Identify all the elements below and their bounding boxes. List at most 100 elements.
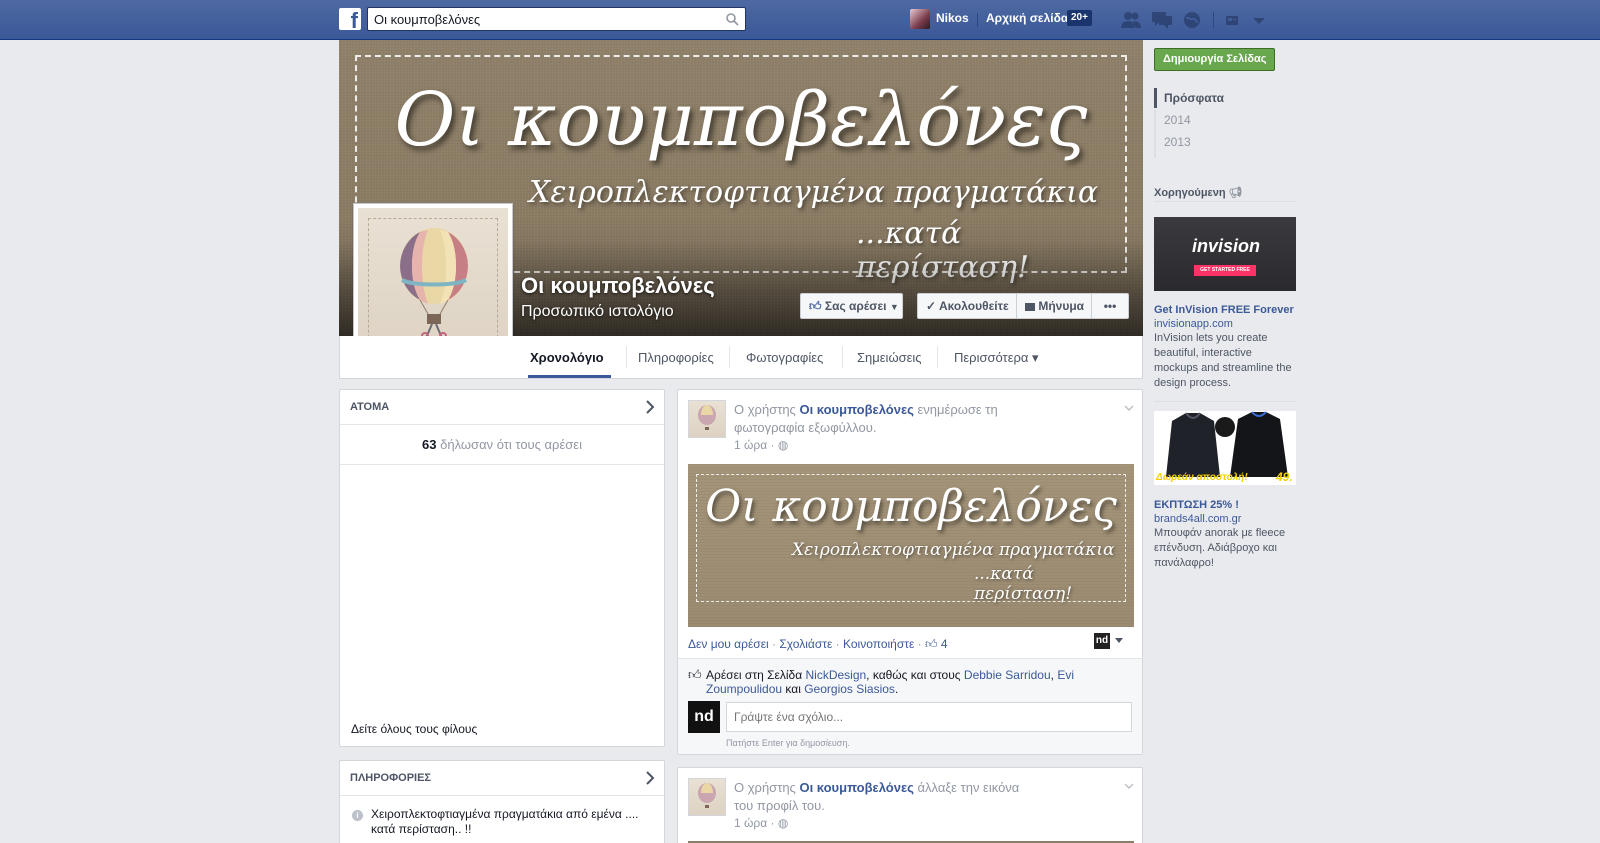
follow-button-label: Ακολουθείτε [938,299,1009,313]
ad-text[interactable]: Μπουφάν anorak με fleece επένδυση. Αδιάβ… [1154,526,1294,571]
chevron-down-icon[interactable] [1114,638,1124,644]
follow-button[interactable]: ✓ Ακολουθείτε [917,293,1017,319]
ad-title[interactable]: Get InVision FREE Forever [1154,304,1294,316]
ad-image[interactable]: invision GET STARTED FREE [1154,217,1296,291]
search-icon[interactable] [725,12,739,26]
year-link-2014[interactable]: 2014 [1164,113,1191,127]
page-category: Προσωπικό ιστολόγιο [521,303,674,320]
chevron-right-icon[interactable] [645,771,655,785]
divider [842,346,843,368]
ad-domain[interactable]: brands4all.com.gr [1154,513,1241,525]
message-button[interactable]: Μήνυμα [1016,293,1092,319]
public-globe-icon: ◍ [777,816,789,830]
facebook-logo-icon[interactable]: f [339,8,361,30]
post-actions: Δεν μου αρέσει · Σχολιάστε · Κοινοποιήστ… [688,637,948,651]
unlike-link[interactable]: Δεν μου αρέσει [688,637,769,651]
likes-mid: , καθώς και στους [866,668,961,682]
post-author-avatar[interactable] [688,400,726,438]
divider [340,424,664,425]
chevron-right-icon[interactable] [645,400,655,414]
about-box-header[interactable]: ΠΛΗΡΟΦΟΡΙΕΣ [350,772,431,784]
post-as-page-selector[interactable]: nd [1094,633,1110,649]
search-input[interactable] [368,8,708,30]
image-subtitle: ...κατά περίσταση! [974,564,1073,604]
home-count-badge: 20+ [1067,10,1092,26]
post-author-avatar[interactable] [688,778,726,816]
ad-text[interactable]: InVision lets you create beautiful, inte… [1154,331,1294,391]
divider [1154,201,1296,202]
image-title: Οι κουμποβελόνες [705,481,1117,532]
more-options-button[interactable]: ••• [1091,293,1129,319]
public-globe-icon: ◍ [777,438,789,452]
divider [977,13,978,27]
tab-more[interactable]: Περισσότερα ▾ [954,350,1039,366]
post-timestamp[interactable]: 1 ώρα · ◍ [734,438,788,452]
ad-cta-badge: GET STARTED FREE [1194,265,1256,276]
divider [1213,12,1214,28]
see-all-friends-link[interactable]: Δείτε όλους τους φίλους [351,722,477,736]
year-rail [1154,110,1156,158]
search-box[interactable] [367,7,746,31]
ad-title[interactable]: ΕΚΠΤΩΣΗ 25% ! [1154,499,1239,511]
people-box-header[interactable]: ΑΤΟΜΑ [350,401,389,413]
liker-link[interactable]: NickDesign [805,668,866,682]
comment-hint: Πατήστε Enter για δημοσίευση. [726,738,850,748]
post-feedback-area: 👍︎ Αρέσει στη Σελίδα NickDesign, καθώς κ… [678,658,1142,754]
comment-link[interactable]: Σχολιάστε [779,637,832,651]
cover-title: Οι κουμποβελόνες [394,77,1088,163]
post-author-link[interactable]: Οι κουμποβελόνες [799,780,913,795]
divider [340,795,664,796]
message-button-label: Μήνυμα [1038,299,1085,313]
post-author-link[interactable]: Οι κουμποβελόνες [799,402,913,417]
messages-icon[interactable] [1151,10,1173,30]
share-link[interactable]: Κοινοποιήστε [843,637,914,651]
post-timestamp[interactable]: 1 ώρα · ◍ [734,816,788,830]
like-button[interactable]: 👍︎ Σας αρέσει ▼ [800,293,903,319]
like-count-link[interactable]: 👍︎ 4 [925,637,948,651]
info-icon: i [352,810,363,821]
likes-thumb-icon: 👍︎ [688,667,702,682]
sponsored-header[interactable]: Χορηγούμενη 📢︎ [1154,186,1243,199]
tab-notes[interactable]: Σημειώσεις [857,350,922,365]
year-link-recent[interactable]: Πρόσφατα [1164,91,1224,105]
cover-subtitle: Χειροπλεκτοφτιαγμένα πραγματάκια [529,175,1099,210]
ad-domain[interactable]: invisionapp.com [1154,318,1233,330]
year-link-2013[interactable]: 2013 [1164,135,1191,149]
comment-input[interactable] [726,702,1132,732]
divider [729,346,730,368]
tab-photos[interactable]: Φωτογραφίες [746,350,823,365]
create-page-button[interactable]: Δημιουργία Σελίδας [1154,48,1276,71]
commenter-avatar: nd [688,701,720,733]
post-prefix: Ο χρήστης [734,402,796,417]
post-time[interactable]: 1 ώρα [734,816,767,830]
post-time[interactable]: 1 ώρα [734,438,767,452]
chevron-down-icon[interactable] [1124,404,1134,412]
about-box: ΠΛΗΡΟΦΟΡΙΕΣ i Χειροπλεκτοφτιαγμένα πραγμ… [339,760,665,843]
active-tab-indicator [528,375,611,378]
likes-prefix: Αρέσει στη Σελίδα [706,668,803,682]
home-link[interactable]: Αρχική σελίδα [986,11,1068,25]
year-active-indicator [1154,88,1157,108]
tab-timeline[interactable]: Χρονολόγιο [530,350,604,365]
likes-text: δήλωσαν ότι τους αρέσει [440,437,582,452]
divider [340,464,664,465]
tab-about[interactable]: Πληροφορίες [638,350,714,365]
likes-sentence: Αρέσει στη Σελίδα NickDesign, καθώς και … [706,668,1074,696]
post-cover-image[interactable]: Οι κουμποβελόνες Χειροπλεκτοφτιαγμένα πρ… [688,464,1134,627]
notifications-icon[interactable] [1181,10,1203,30]
page-name[interactable]: Οι κουμποβελόνες [521,273,715,299]
page-description: Χειροπλεκτοφτιαγμένα πραγματάκια από εμέ… [371,807,639,836]
friend-requests-icon[interactable] [1120,10,1142,30]
like-button-label: Σας αρέσει [824,299,887,313]
user-avatar[interactable] [910,9,930,29]
timeline-post: Ο χρήστης Οι κουμποβελόνες άλλαξε την ει… [677,767,1143,843]
ad-image[interactable]: Δωρεάν αποστολή! 49. [1154,411,1296,485]
account-menu-icon[interactable] [1248,10,1270,30]
ad-image-price: 49. [1276,470,1293,484]
chevron-down-icon[interactable] [1124,782,1134,790]
privacy-icon[interactable] [1223,10,1245,30]
profile-link[interactable]: Nikos [936,11,969,25]
divider [937,346,938,368]
liker-link[interactable]: Georgios Siasios [804,682,895,696]
liker-link[interactable]: Debbie Sarridou [964,668,1051,682]
